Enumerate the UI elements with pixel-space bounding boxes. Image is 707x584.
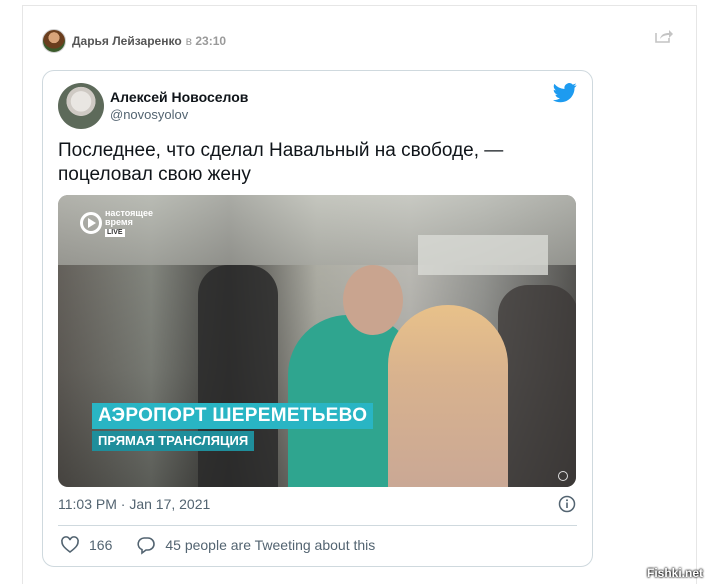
share-icon[interactable] (654, 28, 674, 44)
lower-third-subtitle: ПРЯМАЯ ТРАНСЛЯЦИЯ (92, 431, 255, 451)
comment-card: Дарья Лейзаренко в 23:10 Алексей Новосел… (22, 5, 697, 584)
video-scene-window (418, 235, 548, 275)
post-header: Дарья Лейзаренко в 23:10 (42, 28, 226, 54)
post-time: 23:10 (195, 34, 227, 48)
reply-button[interactable]: 45 people are Tweeting about this (136, 535, 375, 555)
video-scene-figure (198, 265, 278, 487)
tweet-video[interactable]: настоящее время LIVE АЭРОПОРТ ШЕРЕМЕТЬЕВ… (58, 195, 576, 487)
video-scene-figure (388, 305, 508, 487)
reply-label: 45 people are Tweeting about this (165, 537, 376, 553)
author-name[interactable]: Дарья Лейзаренко (72, 34, 182, 48)
divider (58, 525, 577, 526)
live-badge: LIVE (105, 229, 125, 237)
tweet-author-handle[interactable]: @novosyolov (110, 106, 248, 124)
channel-logo: настоящее время LIVE (80, 209, 153, 237)
tweet-text: Последнее, что сделал Навальный на свобо… (58, 140, 504, 185)
tweet-avatar[interactable] (58, 83, 104, 129)
lower-third-title: АЭРОПОРТ ШЕРЕМЕТЬЕВО (92, 403, 374, 429)
tweet-timestamp[interactable]: 11:03 PM · Jan 17, 2021 (58, 496, 210, 512)
post-time-wrap: в 23:10 (186, 34, 226, 48)
twitter-bird-icon[interactable] (553, 83, 577, 103)
like-button[interactable]: 166 (60, 535, 112, 555)
reply-icon (137, 537, 156, 555)
author-avatar[interactable] (42, 29, 66, 53)
tweet-author-name[interactable]: Алексей Новоселов (110, 88, 248, 106)
channel-logo-icon (80, 212, 102, 234)
channel-text: настоящее время LIVE (105, 209, 153, 237)
video-scene-figure (498, 285, 576, 487)
channel-name-line2: время (105, 217, 133, 227)
post-time-prefix: в (185, 34, 193, 48)
tweet-header: Алексей Новоселов @novosyolov (58, 83, 248, 129)
heart-icon (61, 536, 79, 554)
like-count: 166 (89, 537, 113, 553)
watermark: Fishki.net (646, 566, 703, 580)
embedded-tweet[interactable]: Алексей Новоселов @novosyolov Последнее,… (42, 70, 593, 567)
info-icon[interactable] (558, 495, 576, 513)
video-lower-third: АЭРОПОРТ ШЕРЕМЕТЬЕВО ПРЯМАЯ ТРАНСЛЯЦИЯ (92, 403, 374, 451)
tweet-names: Алексей Новоселов @novosyolov (110, 88, 248, 124)
media-info-icon[interactable] (558, 471, 568, 481)
tweet-actions: 166 45 people are Tweeting about this (60, 535, 375, 555)
video-scene-head (343, 265, 403, 335)
